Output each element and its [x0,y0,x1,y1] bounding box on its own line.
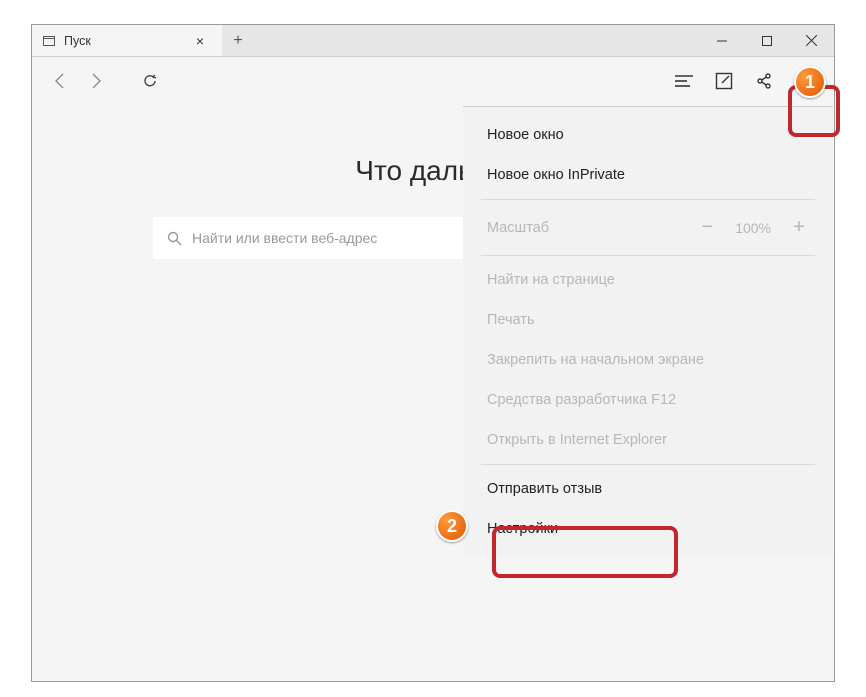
browser-window: Пуск × + Что дальше Найти или ввести веб… [31,24,835,682]
menu-separator [481,199,815,200]
hub-button[interactable] [664,61,704,101]
menu-label: Новое окно InPrivate [487,167,625,183]
zoom-out-button[interactable]: − [697,216,717,239]
back-button[interactable] [42,63,78,99]
menu-new-window[interactable]: Новое окно [463,115,833,155]
menu-separator [481,255,815,256]
window-controls [699,25,834,56]
menu-label: Новое окно [487,127,564,143]
menu-new-inprivate[interactable]: Новое окно InPrivate [463,155,833,195]
share-button[interactable] [744,61,784,101]
minimize-button[interactable] [699,25,744,56]
close-button[interactable] [789,25,834,56]
new-tab-button[interactable]: + [222,25,254,56]
menu-label: Найти на странице [487,272,615,288]
menu-open-ie: Открыть в Internet Explorer [463,420,833,460]
menu-label: Средства разработчика F12 [487,392,676,408]
more-button[interactable] [784,61,824,101]
search-icon [167,231,182,246]
menu-label: Настройки [487,521,558,537]
menu-find: Найти на странице [463,260,833,300]
menu-label: Печать [487,312,535,328]
search-placeholder: Найти или ввести веб-адрес [192,230,377,246]
titlebar: Пуск × + [32,25,834,57]
maximize-button[interactable] [744,25,789,56]
menu-devtools: Средства разработчика F12 [463,380,833,420]
refresh-button[interactable] [132,63,168,99]
tab-page-icon [42,34,56,48]
menu-feedback[interactable]: Отправить отзыв [463,469,833,509]
webnote-button[interactable] [704,61,744,101]
menu-label: Открыть в Internet Explorer [487,432,667,448]
menu-print: Печать [463,300,833,340]
menu-label: Закрепить на начальном экране [487,352,704,368]
tab-title: Пуск [64,34,188,48]
forward-button[interactable] [78,63,114,99]
zoom-label: Масштаб [487,220,549,236]
menu-pin: Закрепить на начальном экране [463,340,833,380]
more-menu: Новое окно Новое окно InPrivate Масштаб … [463,106,833,557]
toolbar [32,57,834,105]
tab-active[interactable]: Пуск × [32,25,222,56]
menu-separator [481,464,815,465]
zoom-in-button[interactable]: + [789,216,809,239]
tab-close-icon[interactable]: × [188,33,212,49]
menu-zoom: Масштаб − 100% + [463,204,833,251]
zoom-value: 100% [735,220,771,236]
menu-settings[interactable]: Настройки [463,509,833,549]
menu-label: Отправить отзыв [487,481,602,497]
